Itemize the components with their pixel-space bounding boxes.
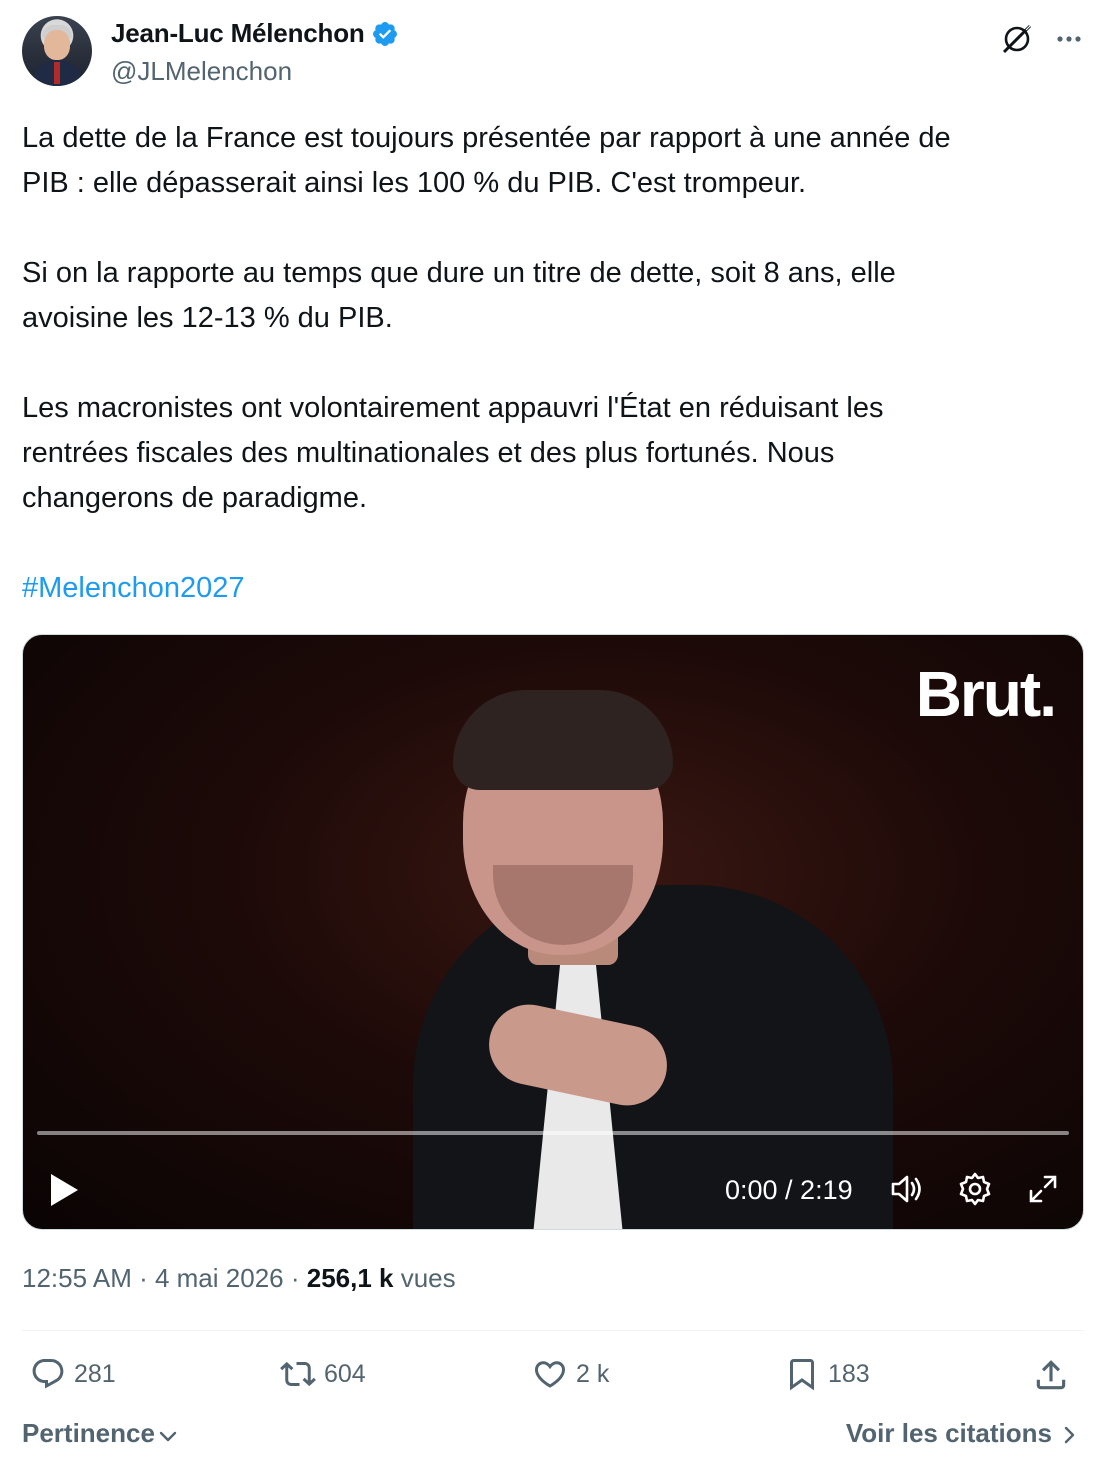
tweet-line: avoisine les 12-13 % du PIB. bbox=[22, 302, 393, 334]
avatar[interactable] bbox=[22, 16, 92, 86]
bookmark-button[interactable]: 183 bbox=[784, 1356, 870, 1392]
meta-separator: · bbox=[283, 1263, 307, 1293]
sort-dropdown[interactable]: Pertinence bbox=[22, 1418, 179, 1449]
quotes-label: Voir les citations bbox=[845, 1418, 1052, 1448]
video-time: 0:00 / 2:19 bbox=[725, 1175, 853, 1205]
action-bar: 281 604 2 k 183 bbox=[22, 1350, 1084, 1406]
more-icon[interactable] bbox=[1052, 24, 1086, 54]
tweet-header: Jean-Luc Mélenchon @JLMelenchon bbox=[22, 14, 1084, 94]
retweet-count: 604 bbox=[324, 1359, 366, 1388]
video-progress-bar[interactable] bbox=[37, 1131, 1069, 1135]
tweet-line: changerons de paradigme. bbox=[22, 482, 368, 514]
volume-icon[interactable] bbox=[887, 1169, 927, 1209]
fullscreen-icon[interactable] bbox=[1023, 1169, 1063, 1209]
chevron-right-icon bbox=[1064, 1426, 1075, 1443]
meta-separator: · bbox=[131, 1263, 155, 1293]
sort-label: Pertinence bbox=[22, 1418, 155, 1448]
reply-icon bbox=[32, 1359, 64, 1389]
bookmark-icon bbox=[790, 1359, 814, 1391]
tweet-time[interactable]: 12:55 AM bbox=[22, 1263, 132, 1293]
views-label: vues bbox=[393, 1263, 456, 1293]
reply-count: 281 bbox=[74, 1359, 116, 1388]
tweet-line: Les macronistes ont volontairement appau… bbox=[22, 392, 884, 424]
reply-button[interactable]: 281 bbox=[30, 1356, 116, 1392]
tweet-meta: 12:55 AM · 4 mai 2026 · 256,1 k vues bbox=[22, 1263, 456, 1294]
tweet-footer: Pertinence Voir les citations bbox=[22, 1418, 1084, 1454]
like-icon bbox=[534, 1361, 566, 1388]
settings-icon[interactable] bbox=[955, 1169, 995, 1209]
play-icon[interactable] bbox=[47, 1171, 81, 1209]
tweet-line: PIB : elle dépasserait ainsi les 100 % d… bbox=[22, 167, 807, 199]
retweet-button[interactable]: 604 bbox=[280, 1356, 366, 1392]
author-name[interactable]: Jean-Luc Mélenchon bbox=[111, 18, 365, 49]
divider bbox=[22, 1330, 1084, 1331]
video-brand-logo: Brut. bbox=[915, 658, 1057, 730]
tweet-date[interactable]: 4 mai 2026 bbox=[155, 1263, 284, 1293]
tweet-line: rentrées fiscales des multinationales et… bbox=[22, 437, 835, 469]
tweet-line: Si on la rapporte au temps que dure un t… bbox=[22, 257, 896, 289]
tweet-text: La dette de la France est toujours prése… bbox=[22, 116, 1084, 611]
video-player[interactable]: Brut. 0:00 / 2:19 bbox=[22, 634, 1084, 1230]
like-count: 2 k bbox=[576, 1359, 610, 1388]
bookmark-count: 183 bbox=[828, 1359, 870, 1388]
video-controls: 0:00 / 2:19 bbox=[23, 1155, 1083, 1225]
grok-icon[interactable] bbox=[1000, 22, 1034, 56]
verified-badge-icon bbox=[372, 21, 397, 46]
views-count: 256,1 k bbox=[306, 1263, 394, 1293]
retweet-icon bbox=[280, 1361, 316, 1387]
view-quotes-link[interactable]: Voir les citations bbox=[846, 1418, 1080, 1449]
hashtag-link[interactable]: #Melenchon2027 bbox=[22, 566, 1084, 611]
author-handle[interactable]: @JLMelenchon bbox=[111, 56, 292, 87]
author-name-row[interactable]: Jean-Luc Mélenchon bbox=[111, 18, 399, 49]
share-icon[interactable] bbox=[1032, 1356, 1070, 1394]
tweet-line: La dette de la France est toujours prése… bbox=[22, 122, 951, 154]
chevron-down-icon bbox=[159, 1431, 177, 1441]
like-button[interactable]: 2 k bbox=[532, 1356, 609, 1392]
